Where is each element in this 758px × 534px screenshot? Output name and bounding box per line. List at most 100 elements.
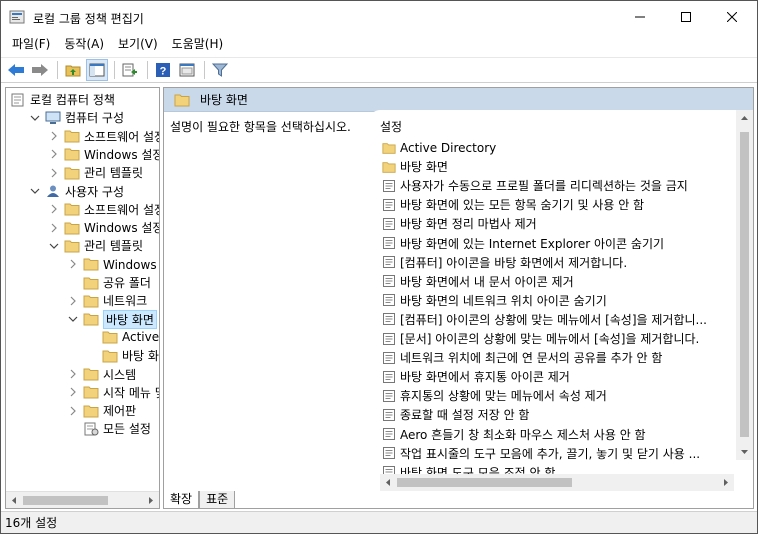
settings-horizontal-scrollbar[interactable] — [380, 474, 734, 491]
list-setting-item[interactable]: 종료할 때 설정 저장 안 함 — [382, 405, 529, 424]
tab-extended[interactable]: 확장 — [163, 491, 200, 509]
list-setting-item[interactable]: Aero 흔들기 창 최소화 마우스 제스처 사용 안 함 — [382, 425, 646, 444]
settings-column-header[interactable]: 설정 — [380, 118, 402, 135]
console-tree[interactable]: 로컬 컴퓨터 정책 컴퓨터 구성 소프트웨어 설정 Windows 설정 관리 템플릿 사… — [5, 87, 160, 509]
tree-item[interactable]: 바탕 화면 — [67, 309, 157, 329]
chevron-right-icon[interactable] — [48, 167, 60, 179]
tree-scroll-thumb[interactable] — [23, 496, 108, 505]
list-setting-item[interactable]: 네트워크 위치에 최근에 연 문서의 공유를 추가 안 함 — [382, 348, 662, 367]
tree-item-label: 모든 설정 — [103, 422, 151, 437]
list-setting-item[interactable]: [컴퓨터] 아이콘의 상황에 맞는 메뉴에서 [속성]을 제거합니... — [382, 310, 707, 329]
list-setting-item[interactable]: 바탕 화면에서 휴지통 아이콘 제거 — [382, 367, 570, 386]
list-setting-item[interactable]: 사용자가 수동으로 프로필 폴더를 리디렉션하는 것을 금지 — [382, 176, 688, 195]
forward-button[interactable] — [29, 59, 51, 81]
show-hide-console-tree-button[interactable] — [86, 59, 108, 81]
up-folder-icon — [65, 65, 81, 77]
scroll-down-icon[interactable] — [736, 443, 753, 460]
chevron-right-icon[interactable] — [48, 148, 60, 160]
folder-icon — [64, 167, 80, 180]
tree-item-label: Active Dir — [122, 330, 160, 345]
tree-item[interactable]: 소프트웨어 설정 — [48, 127, 159, 146]
close-button[interactable] — [709, 1, 755, 33]
settings-scroll-thumb[interactable] — [740, 132, 749, 437]
tree-item-label: Windows 구성 — [103, 257, 159, 272]
chevron-down-icon[interactable] — [48, 240, 60, 252]
list-setting-item[interactable]: 휴지통의 상황에 맞는 메뉴에서 속성 제거 — [382, 386, 607, 405]
chevron-right-icon[interactable] — [67, 295, 79, 307]
chevron-right-icon[interactable] — [67, 258, 79, 270]
list-folder-item[interactable]: Active Directory — [382, 138, 496, 157]
tree-item[interactable]: Active Dir — [86, 328, 160, 347]
chevron-right-icon[interactable] — [67, 405, 79, 417]
properties-button[interactable] — [176, 59, 198, 81]
chevron-right-icon[interactable] — [67, 386, 79, 398]
computer-icon — [45, 111, 61, 124]
tree-item[interactable]: 로컬 컴퓨터 정책 — [10, 90, 115, 109]
list-setting-item[interactable]: [문서] 아이콘의 상황에 맞는 메뉴에서 [속성]을 제거합니다. — [382, 329, 699, 348]
filter-button[interactable] — [209, 59, 231, 81]
scroll-left-icon[interactable] — [380, 474, 397, 491]
tree-item[interactable]: Windows 구성 — [67, 255, 159, 274]
tree-item[interactable]: 공유 폴더 — [67, 273, 151, 292]
details-header: 바탕 화면 — [164, 88, 753, 112]
window-title: 로컬 그룹 정책 편집기 — [33, 12, 144, 26]
tree-item[interactable]: Windows 설정 — [48, 218, 159, 237]
list-setting-item[interactable]: 바탕 화면의 네트워크 위치 아이콘 숨기기 — [382, 291, 607, 310]
settings-list[interactable]: 설정 Active Directory 바탕 화면 사용자가 수동으로 프로필 폴더… — [370, 110, 753, 480]
folder-icon — [64, 203, 80, 216]
tree-item-label: 소프트웨어 설정 — [84, 202, 160, 217]
scroll-up-icon[interactable] — [736, 110, 753, 127]
tree-item[interactable]: 소프트웨어 설정 — [48, 200, 160, 219]
up-one-level-button[interactable] — [62, 59, 84, 81]
tree-item[interactable]: 모든 설정 — [67, 419, 151, 438]
menu-action[interactable]: 동작(A) — [57, 34, 111, 54]
list-setting-item[interactable]: [컴퓨터] 아이콘을 바탕 화면에서 제거합니다. — [382, 253, 627, 272]
menu-help[interactable]: 도움말(H) — [165, 34, 231, 54]
menu-file[interactable]: 파일(F) — [5, 34, 57, 54]
tree-item[interactable]: 시스템 — [67, 365, 136, 384]
list-item-label: 바탕 화면 정리 마법사 제거 — [400, 217, 537, 232]
list-folder-item[interactable]: 바탕 화면 — [382, 157, 448, 176]
settings-hscroll-thumb[interactable] — [397, 478, 572, 487]
chevron-right-icon[interactable] — [48, 130, 60, 142]
tree-item[interactable]: 제어판 — [67, 401, 136, 420]
list-setting-item[interactable]: 바탕 화면에서 내 문서 아이콘 제거 — [382, 272, 574, 291]
tree-item[interactable]: 관리 템플릿 — [48, 236, 143, 255]
menu-view[interactable]: 보기(V) — [111, 34, 165, 54]
back-button[interactable] — [5, 59, 27, 81]
export-list-button[interactable] — [119, 59, 141, 81]
show-hide-tree-icon — [89, 63, 105, 77]
tree-horizontal-scrollbar[interactable] — [6, 491, 159, 508]
filter-icon — [212, 63, 228, 77]
chevron-down-icon[interactable] — [29, 112, 41, 124]
tree-item[interactable]: 바탕 화면 — [86, 346, 159, 365]
tree-item[interactable]: Windows 설정 — [48, 145, 159, 164]
list-setting-item[interactable]: 바탕 화면에 있는 모든 항목 숨기기 및 사용 안 함 — [382, 195, 644, 214]
tree-item[interactable]: 네트워크 — [67, 291, 147, 310]
chevron-right-icon[interactable] — [67, 368, 79, 380]
policy-setting-icon — [383, 370, 395, 383]
description-text: 설명이 필요한 항목을 선택하십시오. — [170, 120, 351, 134]
list-setting-item[interactable]: 바탕 화면에 있는 Internet Explorer 아이콘 숨기기 — [382, 234, 664, 253]
svg-text:?: ? — [160, 66, 167, 78]
minimize-button[interactable] — [617, 1, 663, 33]
settings-vertical-scrollbar[interactable] — [736, 110, 753, 460]
tab-standard[interactable]: 표준 — [199, 491, 236, 509]
tree-item[interactable]: 사용자 구성 — [29, 182, 124, 201]
chevron-down-icon[interactable] — [29, 185, 41, 197]
folder-icon — [382, 142, 396, 154]
list-setting-item[interactable]: 바탕 화면 정리 마법사 제거 — [382, 214, 537, 233]
maximize-button[interactable] — [663, 1, 709, 33]
scroll-right-icon[interactable] — [717, 474, 734, 491]
scroll-right-icon[interactable] — [142, 492, 159, 509]
chevron-right-icon[interactable] — [48, 222, 60, 234]
tree-item[interactable]: 시작 메뉴 및 — [67, 383, 159, 402]
help-button[interactable]: ? — [152, 59, 174, 81]
chevron-down-icon[interactable] — [67, 313, 79, 325]
chevron-right-icon[interactable] — [48, 203, 60, 215]
scroll-left-icon[interactable] — [6, 492, 23, 509]
tree-item[interactable]: 관리 템플릿 — [48, 163, 143, 182]
tree-item[interactable]: 컴퓨터 구성 — [29, 108, 124, 127]
list-setting-item[interactable]: 작업 표시줄의 도구 모음에 추가, 끌기, 놓기 및 닫기 사용 ... — [382, 444, 700, 463]
forward-arrow-icon — [32, 64, 48, 76]
